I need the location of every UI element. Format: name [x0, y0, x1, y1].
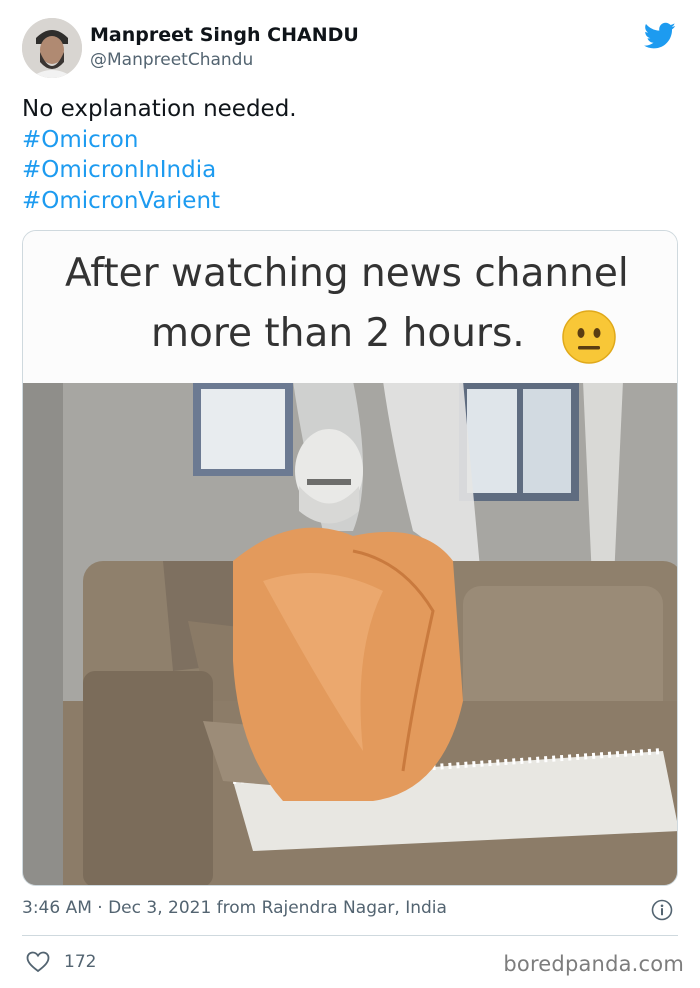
tweet-text: No explanation needed. — [22, 96, 297, 122]
hashtag-omicron-varient[interactable]: #OmicronVarient — [22, 186, 672, 217]
heart-icon — [26, 951, 50, 973]
like-count: 172 — [64, 952, 97, 972]
watermark: boredpanda.com — [503, 952, 684, 976]
tweet-header: Manpreet Singh CHANDU @ManpreetChandu — [22, 18, 682, 80]
caption-line-1: After watching news channel — [65, 251, 629, 296]
tweet-body: No explanation needed. #Omicron #Omicron… — [22, 94, 672, 216]
info-icon[interactable] — [651, 899, 673, 921]
twitter-bird-icon[interactable] — [644, 22, 676, 50]
hashtag-omicron[interactable]: #Omicron — [22, 125, 672, 156]
neutral-face-emoji-icon — [562, 310, 616, 364]
caption-line-2: more than 2 hours. — [151, 311, 525, 356]
like-button[interactable]: 172 — [26, 950, 96, 974]
author-handle[interactable]: @ManpreetChandu — [90, 50, 253, 70]
avatar[interactable] — [22, 18, 82, 78]
tweet-timestamp[interactable]: 3:46 AM · Dec 3, 2021 from Rajendra Naga… — [22, 898, 447, 918]
media-caption: After watching news channel more than 2 … — [23, 231, 677, 383]
author-name[interactable]: Manpreet Singh CHANDU — [90, 24, 359, 46]
divider — [22, 935, 678, 936]
tweet-media-image[interactable]: After watching news channel more than 2 … — [22, 230, 678, 886]
hashtag-omicron-in-india[interactable]: #OmicronInIndia — [22, 155, 672, 186]
